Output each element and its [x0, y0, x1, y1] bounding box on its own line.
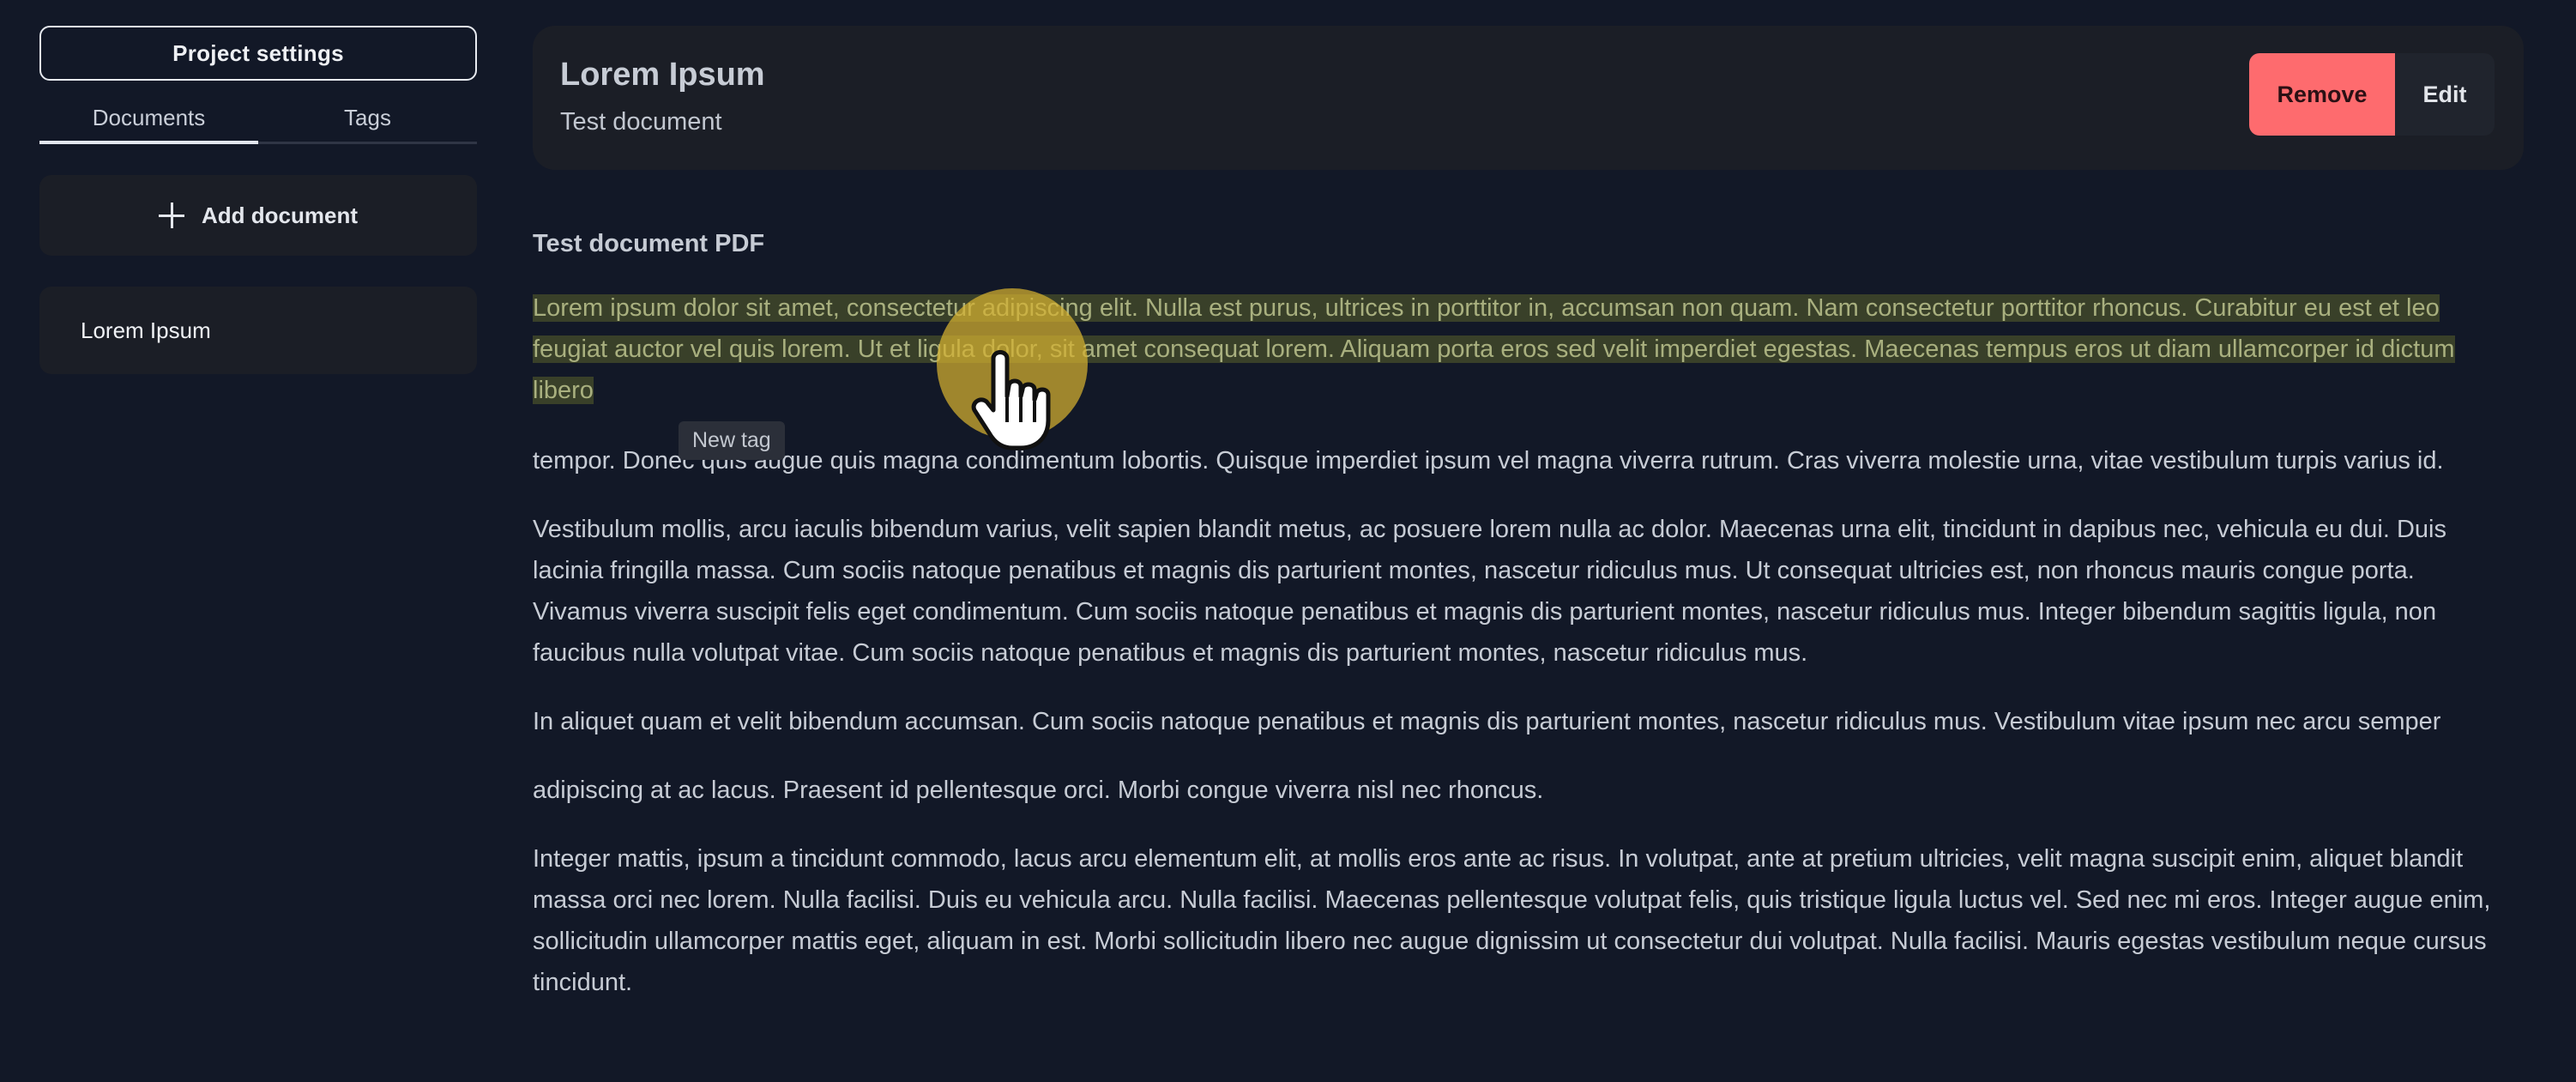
document-list-item[interactable]: Lorem Ipsum	[81, 317, 211, 344]
paragraph: Vestibulum mollis, arcu iaculis bibendum…	[533, 516, 2446, 667]
hand-pointer-icon	[971, 350, 1051, 450]
project-settings-button[interactable]: Project settings	[39, 26, 477, 81]
new-tag-tooltip[interactable]: New tag	[679, 421, 785, 460]
project-settings-label: Project settings	[172, 39, 344, 66]
sidebar: Project settings Documents Tags Add docu…	[39, 26, 477, 374]
tab-tags[interactable]: Tags	[258, 101, 477, 144]
paragraph: In aliquet quam et velit bibendum accums…	[533, 708, 2441, 735]
header-actions: Remove Edit	[2249, 53, 2495, 136]
app-window: Project settings Documents Tags Add docu…	[0, 0, 2576, 1082]
tab-documents[interactable]: Documents	[39, 101, 258, 144]
sidebar-tabs: Documents Tags	[39, 101, 477, 144]
add-document-button[interactable]: Add document	[39, 175, 477, 256]
document-header: Lorem Ipsum Test document Remove Edit	[533, 26, 2524, 170]
add-document-label: Add document	[202, 202, 358, 228]
page-title: Lorem Ipsum	[560, 57, 765, 93]
document-list: Lorem Ipsum	[39, 287, 477, 374]
text-highlight[interactable]: Lorem ipsum dolor sit amet, consectetur …	[533, 294, 2455, 404]
document-section-title: Test document PDF	[533, 230, 765, 257]
edit-button[interactable]: Edit	[2395, 53, 2495, 136]
highlighted-paragraph[interactable]: Lorem ipsum dolor sit amet, consectetur …	[533, 287, 2506, 411]
paragraph: tempor. Donec quis augue quis magna cond…	[533, 447, 2444, 475]
paragraph: Integer mattis, ipsum a tincidunt commod…	[533, 845, 2491, 996]
paragraph: adipiscing at ac lacus. Praesent id pell…	[533, 777, 1544, 804]
document-content: Test document PDF Lorem ipsum dolor sit …	[533, 230, 2506, 1031]
plus-icon	[159, 202, 184, 228]
page-subtitle: Test document	[560, 108, 722, 136]
remove-button[interactable]: Remove	[2249, 53, 2395, 136]
